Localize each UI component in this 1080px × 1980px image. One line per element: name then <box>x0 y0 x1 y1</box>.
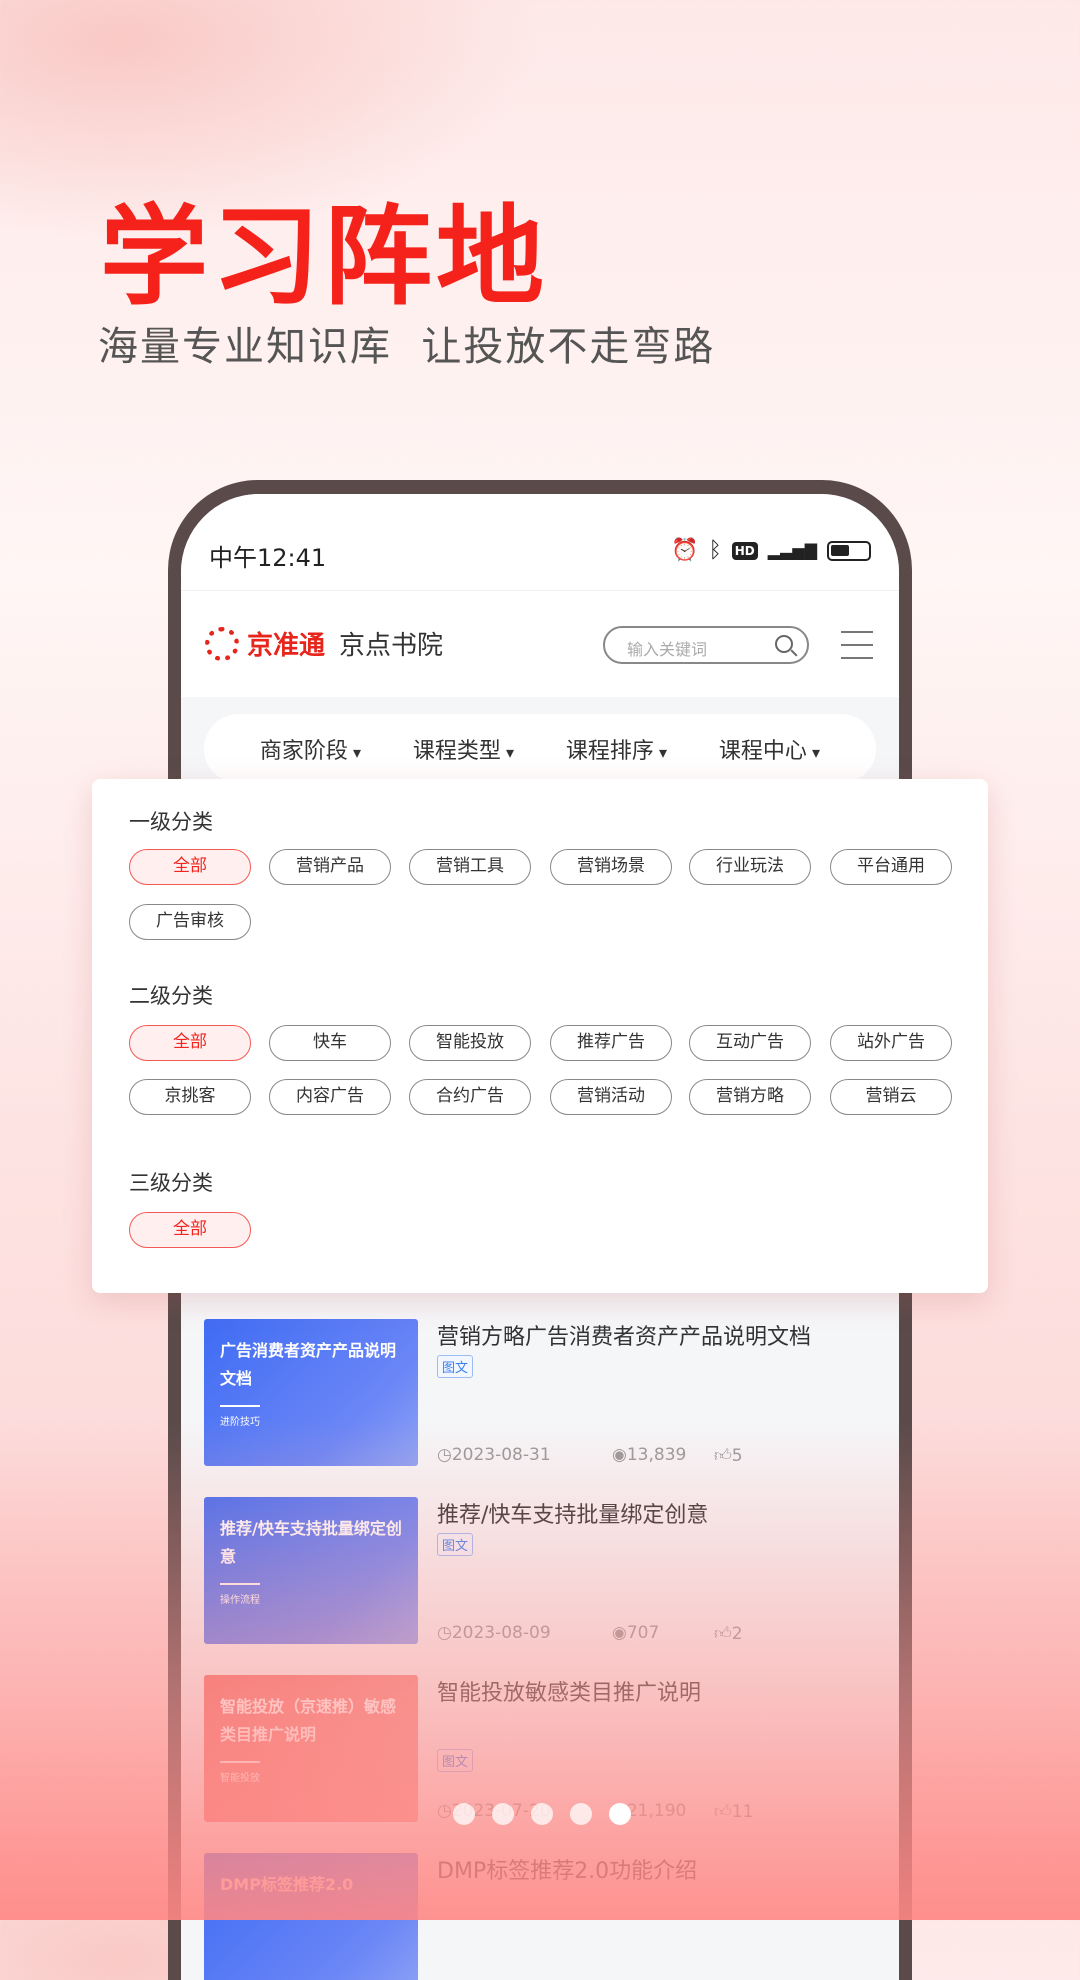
level3-label: 三级分类 <box>129 1171 213 1195</box>
article-title[interactable]: 营销方略广告消费者资产产品说明文档 <box>437 1319 811 1351</box>
carousel-dot[interactable] <box>453 1803 475 1825</box>
filter-course-sort[interactable]: 课程排序 <box>566 733 667 765</box>
status-time: 中午12:41 <box>209 544 327 572</box>
level2-chip[interactable]: 营销活动 <box>550 1079 672 1115</box>
signal-icon: ▂▃▅▇ <box>767 541 817 560</box>
level2-label: 二级分类 <box>129 984 213 1008</box>
level3-chip[interactable]: 全部 <box>129 1212 251 1248</box>
level2-chip[interactable]: 推荐广告 <box>550 1025 672 1061</box>
carousel-dots <box>453 1803 631 1825</box>
search-icon[interactable] <box>775 635 793 653</box>
level2-chip[interactable]: 京挑客 <box>129 1079 251 1115</box>
brand-name[interactable]: 京准通 <box>247 625 325 662</box>
battery-icon <box>827 540 871 561</box>
bluetooth-icon: ᛒ <box>708 538 722 563</box>
alarm-icon: ⏰ <box>671 538 699 563</box>
bottom-fade <box>0 1420 1080 1920</box>
filter-merchant-stage[interactable]: 商家阶段 <box>260 733 361 765</box>
filter-bar: 商家阶段 课程类型 课程排序 课程中心 <box>204 714 876 783</box>
level2-chip[interactable]: 内容广告 <box>269 1079 391 1115</box>
level1-chip[interactable]: 营销工具 <box>409 849 531 885</box>
carousel-dot[interactable] <box>609 1803 631 1825</box>
status-icons: ⏰ ᛒ HD ▂▃▅▇ <box>671 538 871 563</box>
carousel-dot[interactable] <box>492 1803 514 1825</box>
level2-chip[interactable]: 全部 <box>129 1025 251 1061</box>
level2-chip[interactable]: 站外广告 <box>830 1025 952 1061</box>
level2-chip[interactable]: 营销云 <box>830 1079 952 1115</box>
level2-chip[interactable]: 互动广告 <box>689 1025 811 1061</box>
carousel-dot[interactable] <box>570 1803 592 1825</box>
level1-chip[interactable]: 广告审核 <box>129 904 251 940</box>
level1-chip[interactable]: 营销场景 <box>550 849 672 885</box>
search-placeholder: 输入关键词 <box>627 640 708 659</box>
hero-subtitle: 海量专业知识库 让投放不走弯路 <box>98 324 716 370</box>
status-bar: 中午12:41 ⏰ ᛒ HD ▂▃▅▇ <box>181 494 899 590</box>
thumbnail-title: 广告消费者资产产品说明文档 <box>220 1341 397 1388</box>
level2-chip[interactable]: 智能投放 <box>409 1025 531 1061</box>
level2-chip[interactable]: 快车 <box>269 1025 391 1061</box>
filter-course-center[interactable]: 课程中心 <box>719 733 820 765</box>
site-header: 京准通 京点书院 输入关键词 <box>181 590 899 697</box>
brand-logo-icon <box>205 627 239 661</box>
level1-chip[interactable]: 全部 <box>129 849 251 885</box>
site-name[interactable]: 京点书院 <box>339 625 443 662</box>
article-type-tag: 图文 <box>437 1355 474 1378</box>
level1-chip[interactable]: 平台通用 <box>830 849 952 885</box>
hd-icon: HD <box>731 541 758 560</box>
search-input[interactable]: 输入关键词 <box>603 626 809 664</box>
level1-chip[interactable]: 营销产品 <box>269 849 391 885</box>
filter-course-type[interactable]: 课程类型 <box>413 733 514 765</box>
carousel-dot[interactable] <box>531 1803 553 1825</box>
level1-label: 一级分类 <box>129 810 213 834</box>
menu-icon[interactable] <box>841 631 873 659</box>
category-popup: 一级分类 二级分类 三级分类 全部 营销产品 营销工具 营销场景 行业玩法 平台通用 广告审… <box>92 779 988 1293</box>
level2-chip[interactable]: 合约广告 <box>409 1079 531 1115</box>
hero-title: 学习阵地 <box>100 195 549 320</box>
level1-chip[interactable]: 行业玩法 <box>689 849 811 885</box>
level2-chip[interactable]: 营销方略 <box>689 1079 811 1115</box>
